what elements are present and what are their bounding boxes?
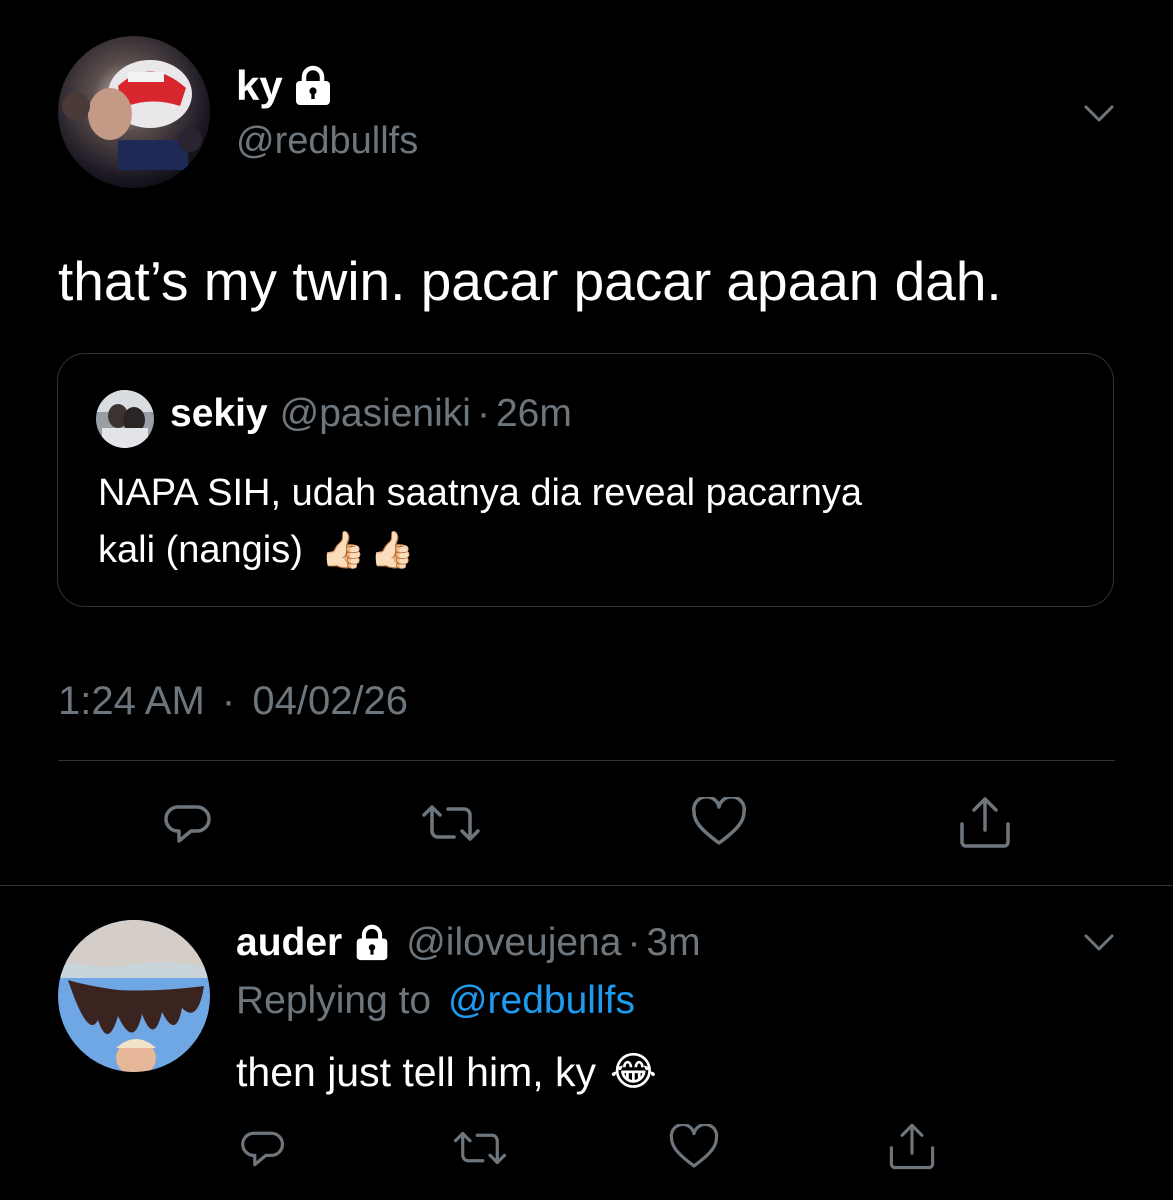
avatar[interactable] [58, 36, 210, 188]
like-icon[interactable] [668, 1124, 720, 1172]
reply-timestamp: 3m [646, 921, 701, 964]
quoted-tweet[interactable]: sekiy @pasieniki · 26m NAPA SIH, udah sa… [57, 353, 1114, 607]
user-handle[interactable]: @redbullfs [236, 118, 418, 164]
chevron-down-icon[interactable] [1082, 96, 1116, 130]
reply-user-handle[interactable]: @iloveujena [406, 921, 621, 965]
lock-icon [354, 924, 390, 962]
reply-display-name[interactable]: auder [236, 921, 342, 965]
display-name[interactable]: ky [236, 65, 283, 107]
reply-icon[interactable] [163, 797, 215, 849]
reply-icon[interactable] [240, 1124, 288, 1172]
divider [58, 760, 1115, 761]
tweet-date: 04/02/26 [252, 679, 409, 723]
quoted-separator: · [476, 392, 490, 435]
avatar-image [58, 36, 210, 188]
quoted-user-handle: @pasieniki [279, 392, 471, 435]
tweet-text: that’s my twin. pacar pacar apaan dah. [58, 250, 1002, 312]
reply-avatar[interactable] [58, 920, 210, 1072]
retweet-icon[interactable] [418, 797, 484, 849]
tweet-time: 1:24 AM [58, 679, 205, 723]
retweet-icon[interactable] [450, 1124, 510, 1172]
laughing-emoji: 😂 [610, 1050, 657, 1094]
replying-to-handle[interactable]: @redbullfs [448, 979, 635, 1022]
section-divider [0, 885, 1173, 886]
like-icon[interactable] [690, 797, 748, 849]
quoted-display-name: sekiy [170, 392, 268, 435]
time-separator: · [221, 679, 236, 723]
quoted-text-line-2: kali (nangis) [98, 529, 303, 571]
thumbs-up-emoji: 👍🏻👍🏻 [320, 529, 419, 570]
share-icon[interactable] [886, 1120, 938, 1172]
quoted-timestamp: 26m [495, 392, 572, 435]
replying-to-label: Replying to [236, 979, 432, 1022]
lock-icon [293, 65, 333, 107]
share-icon[interactable] [956, 794, 1014, 850]
quoted-text-line-1: NAPA SIH, udah saatnya dia reveal pacarn… [98, 472, 862, 514]
quoted-avatar [96, 390, 154, 448]
reply-text: then just tell him, ky [236, 1049, 597, 1095]
reply-separator: · [627, 921, 641, 964]
chevron-down-icon[interactable] [1082, 925, 1116, 959]
